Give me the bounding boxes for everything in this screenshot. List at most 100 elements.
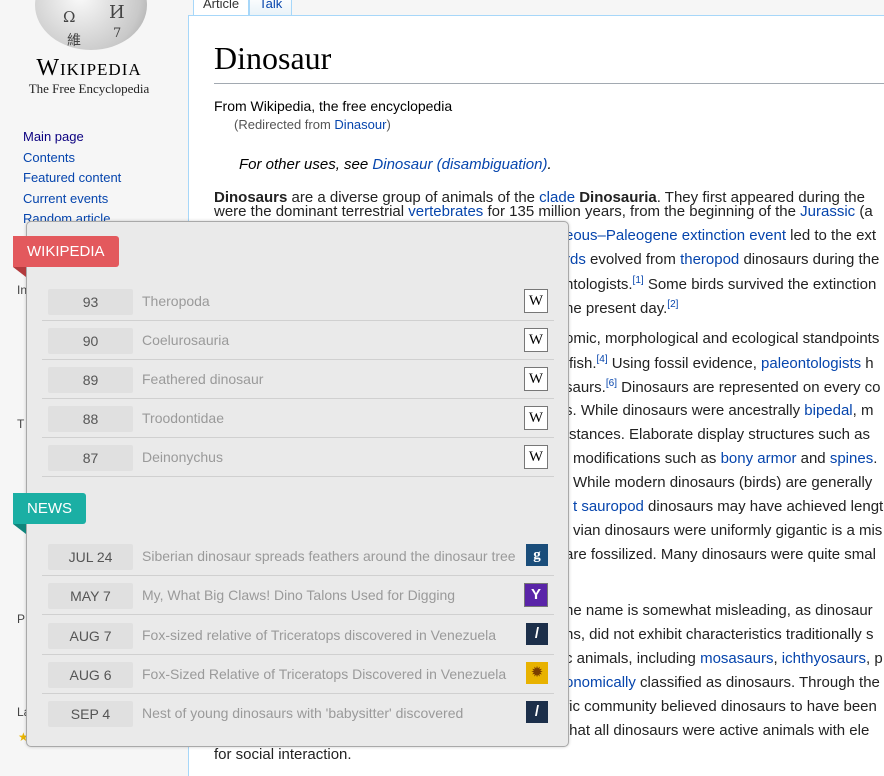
wikipedia-w-icon: W bbox=[524, 289, 548, 313]
news-headline[interactable]: Nest of young dinosaurs with 'babysitter… bbox=[142, 694, 463, 732]
text: saurs. bbox=[565, 379, 606, 396]
citation-link[interactable]: [1] bbox=[633, 275, 644, 286]
news-date: MAY 7 bbox=[48, 583, 133, 609]
text: (a bbox=[855, 203, 873, 220]
article-link[interactable]: spines bbox=[830, 450, 873, 467]
result-title[interactable]: Theropoda bbox=[142, 282, 210, 320]
article-link[interactable]: t sauropod bbox=[573, 498, 644, 515]
sidebar-section-label: P bbox=[17, 612, 26, 626]
tab-article[interactable]: Article bbox=[193, 0, 250, 16]
news-result-row[interactable]: SEP 4 Nest of young dinosaurs with 'babys… bbox=[42, 694, 554, 732]
text: and bbox=[796, 450, 830, 467]
text: While modern dinosaurs (birds) are gener… bbox=[573, 474, 873, 491]
text: modifications such as bbox=[573, 450, 721, 467]
text: dinosaurs may have achieved lengt bbox=[643, 498, 884, 515]
nav-main-page[interactable]: Main page bbox=[23, 129, 84, 144]
text: that all dinosaurs were active animals w… bbox=[565, 722, 870, 739]
wikipedia-globe-logo[interactable]: Ω И 維 7 bbox=[35, 0, 147, 50]
news-headline[interactable]: Fox-sized relative of Triceratops discov… bbox=[142, 616, 496, 654]
result-title[interactable]: Feathered dinosaur bbox=[142, 360, 263, 398]
citation: [4] bbox=[597, 354, 608, 365]
article-link[interactable]: mosasaurs bbox=[700, 650, 773, 667]
text: Some birds survived the extinction bbox=[643, 276, 877, 293]
body-text-line: onomically classified as dinosaurs. Thro… bbox=[565, 674, 880, 691]
news-date: SEP 4 bbox=[48, 701, 133, 727]
text: fic community believed dinosaurs to have… bbox=[565, 698, 877, 715]
news-headline[interactable]: Siberian dinosaur spreads feathers aroun… bbox=[142, 537, 516, 575]
citation-link[interactable]: [6] bbox=[606, 378, 617, 389]
news-result-row[interactable]: AUG 6 Fox-Sized Relative of Triceratops D… bbox=[42, 655, 554, 694]
nav-current-events[interactable]: Current events bbox=[23, 191, 108, 206]
relevance-score: 90 bbox=[48, 328, 133, 354]
result-title[interactable]: Troodontidae bbox=[142, 399, 224, 437]
nav-featured-content[interactable]: Featured content bbox=[23, 170, 121, 185]
news-headline[interactable]: Fox-Sized Relative of Triceratops Discov… bbox=[142, 655, 506, 693]
body-text-line: omic, morphological and ecological stand… bbox=[565, 330, 879, 347]
text: ntologists. bbox=[565, 276, 633, 293]
wikipedia-result-row[interactable]: 93 Theropoda W bbox=[42, 282, 554, 321]
page-tabs: Article Talk bbox=[193, 0, 293, 16]
article-link[interactable]: eous–Paleogene extinction event bbox=[565, 227, 786, 244]
logo-glyph: 7 bbox=[113, 26, 122, 41]
text: omic, morphological and ecological stand… bbox=[565, 330, 880, 347]
text: are fossilized. Many dinosaurs were quit… bbox=[565, 546, 876, 563]
redirect-link[interactable]: Dinasour bbox=[334, 117, 386, 132]
text: classified as dinosaurs. Through the bbox=[635, 674, 880, 691]
ribbon-fold bbox=[13, 524, 26, 534]
news-date: JUL 24 bbox=[48, 544, 133, 570]
news-result-row[interactable]: JUL 24 Siberian dinosaur spreads feathers… bbox=[42, 537, 554, 576]
body-text-line: ns, did not exhibit characteristics trad… bbox=[565, 626, 873, 643]
citation-link[interactable]: [2] bbox=[667, 299, 678, 310]
wikipedia-result-row[interactable]: 89 Feathered dinosaur W bbox=[42, 360, 554, 399]
article-link[interactable]: paleontologists bbox=[761, 355, 861, 372]
text: vian dinosaurs were uniformly gigantic i… bbox=[573, 522, 883, 539]
wikipedia-w-icon: W bbox=[524, 406, 548, 430]
body-text-line: for social interaction. bbox=[214, 746, 352, 763]
body-text-line: he present day.[2] bbox=[565, 299, 678, 317]
result-title[interactable]: Coelurosauria bbox=[142, 321, 229, 359]
news-date: AUG 6 bbox=[48, 662, 133, 688]
article-link[interactable]: onomically bbox=[565, 674, 636, 691]
tab-talk[interactable]: Talk bbox=[249, 0, 293, 16]
text: evolved from bbox=[585, 251, 681, 268]
text: c animals, including bbox=[565, 650, 701, 667]
sun-news-icon: ✹ bbox=[526, 662, 548, 684]
body-text-line: modifications such as bony armor and spi… bbox=[573, 450, 877, 467]
wikipedia-result-row[interactable]: 87 Deinonychus W bbox=[42, 438, 554, 477]
text: Using fossil evidence, bbox=[607, 355, 762, 372]
disambiguation-link[interactable]: Dinosaur (disambiguation) bbox=[372, 156, 547, 173]
body-text-line: c animals, including mosasaurs, ichthyos… bbox=[565, 650, 883, 667]
article-link[interactable]: vertebrates bbox=[408, 203, 483, 220]
text: he name is somewhat misleading, as dinos… bbox=[565, 602, 873, 619]
body-text-line: that all dinosaurs were active animals w… bbox=[565, 722, 869, 739]
article: Dinosaur From Wikipedia, the free encycl… bbox=[214, 40, 884, 210]
text: led to the ext bbox=[786, 227, 877, 244]
body-text-line: are fossilized. Many dinosaurs were quit… bbox=[565, 546, 876, 563]
news-section-header: NEWS bbox=[13, 493, 86, 524]
article-link[interactable]: bony armor bbox=[721, 450, 797, 467]
nav-contents[interactable]: Contents bbox=[23, 150, 75, 165]
news-result-row[interactable]: AUG 7 Fox-sized relative of Triceratops d… bbox=[42, 616, 554, 655]
article-link[interactable]: Jurassic bbox=[800, 203, 855, 220]
body-text-line: While modern dinosaurs (birds) are gener… bbox=[573, 474, 872, 491]
text: were the dominant terrestrial bbox=[214, 203, 409, 220]
article-link[interactable]: bipedal bbox=[804, 402, 852, 419]
article-link[interactable]: theropod bbox=[680, 251, 739, 268]
wikipedia-w-icon: W bbox=[524, 445, 548, 469]
news-headline[interactable]: My, What Big Claws! Dino Talons Used for… bbox=[142, 576, 455, 614]
article-link[interactable]: ichthyosaurs bbox=[782, 650, 866, 667]
redirect-prefix: (Redirected from bbox=[234, 117, 335, 132]
hatnote-prefix: For other uses, see bbox=[239, 156, 373, 173]
text: stances. Elaborate display structures su… bbox=[569, 426, 870, 443]
wikipedia-result-row[interactable]: 88 Troodontidae W bbox=[42, 399, 554, 438]
body-text-line: rds evolved from theropod dinosaurs duri… bbox=[565, 251, 879, 268]
text: . bbox=[873, 450, 878, 467]
logo-glyph: 維 bbox=[67, 33, 81, 49]
hatnote: For other uses, see Dinosaur (disambigua… bbox=[239, 156, 884, 173]
citation-link[interactable]: [4] bbox=[597, 354, 608, 365]
wikipedia-wordmark[interactable]: Wikipedia bbox=[0, 55, 178, 82]
result-title[interactable]: Deinonychus bbox=[142, 438, 223, 476]
wikipedia-result-row[interactable]: 90 Coelurosauria W bbox=[42, 321, 554, 360]
body-text-line: ntologists.[1] Some birds survived the e… bbox=[565, 275, 876, 293]
news-result-row[interactable]: MAY 7 My, What Big Claws! Dino Talons Use… bbox=[42, 576, 554, 615]
